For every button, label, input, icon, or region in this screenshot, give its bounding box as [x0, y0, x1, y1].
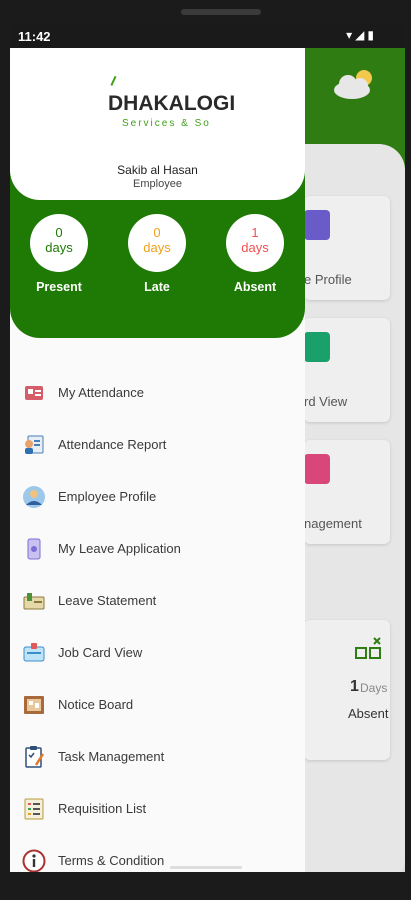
stat-value: 0 — [153, 225, 161, 240]
menu-item-label: Terms & Condition — [58, 853, 165, 868]
profile-icon — [23, 486, 45, 508]
menu-item-attendance-report[interactable]: Attendance Report — [10, 425, 305, 465]
menu-item-label: Attendance Report — [58, 437, 167, 452]
stat-label: Present — [36, 280, 82, 294]
stat-circle: 0 days — [30, 214, 88, 272]
stat-present: 0 days Present — [30, 214, 88, 294]
job-card-card-icon — [304, 332, 330, 362]
leave-app-icon — [27, 538, 41, 560]
device-frame: 11:42 ▾◢▮ e Profile rd View nagement 1 D… — [0, 0, 411, 900]
job-card-icon — [23, 643, 45, 662]
absent-label: Absent — [348, 706, 389, 721]
task-icon — [25, 746, 45, 768]
logo-sub-text: Services & So — [122, 118, 211, 129]
menu-item-label: Employee Profile — [58, 489, 157, 504]
info-icon — [22, 849, 46, 872]
dashboard-card-profile[interactable]: e Profile — [304, 196, 390, 300]
dashboard-card-label: e Profile — [304, 272, 352, 287]
stat-circle: 1 days — [226, 214, 284, 272]
user-role: Employee — [133, 178, 182, 190]
dashboard-card-label: rd View — [304, 394, 348, 409]
weather-icon — [334, 70, 372, 99]
stat-unit: days — [143, 240, 171, 255]
menu-item-label: Requisition List — [58, 801, 147, 816]
stat-unit: days — [45, 240, 73, 255]
menu-item-label: Notice Board — [58, 697, 134, 712]
speaker — [181, 9, 261, 15]
report-icon — [25, 435, 44, 454]
dashboard-card-task[interactable]: nagement — [304, 440, 390, 544]
menu-item-job-card-view[interactable]: Job Card View — [10, 633, 305, 673]
stat-label: Absent — [233, 280, 277, 294]
menu-item-leave-statement[interactable]: Leave Statement — [10, 581, 305, 621]
status-time: 11:42 — [18, 29, 51, 44]
task-card-icon — [304, 454, 330, 484]
stat-label: Late — [144, 280, 170, 294]
menu-item-notice-board[interactable]: Notice Board — [10, 685, 305, 725]
menu-item-employee-profile[interactable]: Employee Profile — [10, 477, 305, 517]
menu-item-my-leave-application[interactable]: My Leave Application — [10, 529, 305, 569]
menu-item-task-management[interactable]: Task Management — [10, 737, 305, 777]
attendance-icon — [25, 386, 43, 400]
status-bar: 11:42 ▾◢▮ — [10, 24, 405, 48]
gesture-bar[interactable] — [170, 866, 242, 869]
menu-item-my-attendance[interactable]: My Attendance — [10, 373, 305, 413]
user-name: Sakib al Hasan — [117, 163, 198, 177]
screen: 11:42 ▾◢▮ e Profile rd View nagement 1 D… — [10, 24, 405, 872]
requisition-icon — [24, 798, 44, 820]
dashboard-card-job-card[interactable]: rd View — [304, 318, 390, 422]
dashboard-card-label: nagement — [304, 516, 362, 531]
menu-item-label: My Leave Application — [58, 541, 181, 556]
dashboard-absent-card: 1 Days Absent — [304, 620, 390, 760]
company-logo: DHAKALOGI Services & So — [108, 75, 235, 134]
status-icons: ▾◢▮ — [346, 28, 377, 42]
menu-item-requisition-list[interactable]: Requisition List — [10, 789, 305, 829]
navigation-drawer: DHAKALOGI Services & So Sakib al Hasan E… — [10, 48, 305, 872]
profile-card-icon — [304, 210, 330, 240]
logo-main-text: DHAKALOGI — [108, 92, 236, 115]
notice-board-icon — [24, 696, 44, 714]
stat-absent: 1 days Absent — [226, 214, 284, 294]
absent-chairs-icon — [355, 637, 381, 659]
stat-unit: days — [241, 240, 269, 255]
menu-item-label: Task Management — [58, 749, 165, 764]
menu-item-label: Leave Statement — [58, 593, 157, 608]
menu-item-terms-condition[interactable]: Terms & Condition — [10, 841, 305, 872]
absent-value: 1 — [350, 678, 359, 695]
logo-swoosh — [110, 75, 126, 91]
stat-circle: 0 days — [128, 214, 186, 272]
menu-item-label: Job Card View — [58, 645, 143, 660]
menu-item-label: My Attendance — [58, 385, 144, 400]
absent-unit: Days — [360, 681, 388, 695]
statement-icon — [23, 593, 45, 610]
stat-value: 1 — [251, 225, 259, 240]
drawer-header: DHAKALOGI Services & So Sakib al Hasan E… — [10, 48, 305, 200]
stat-value: 0 — [55, 225, 63, 240]
stat-late: 0 days Late — [128, 214, 186, 294]
